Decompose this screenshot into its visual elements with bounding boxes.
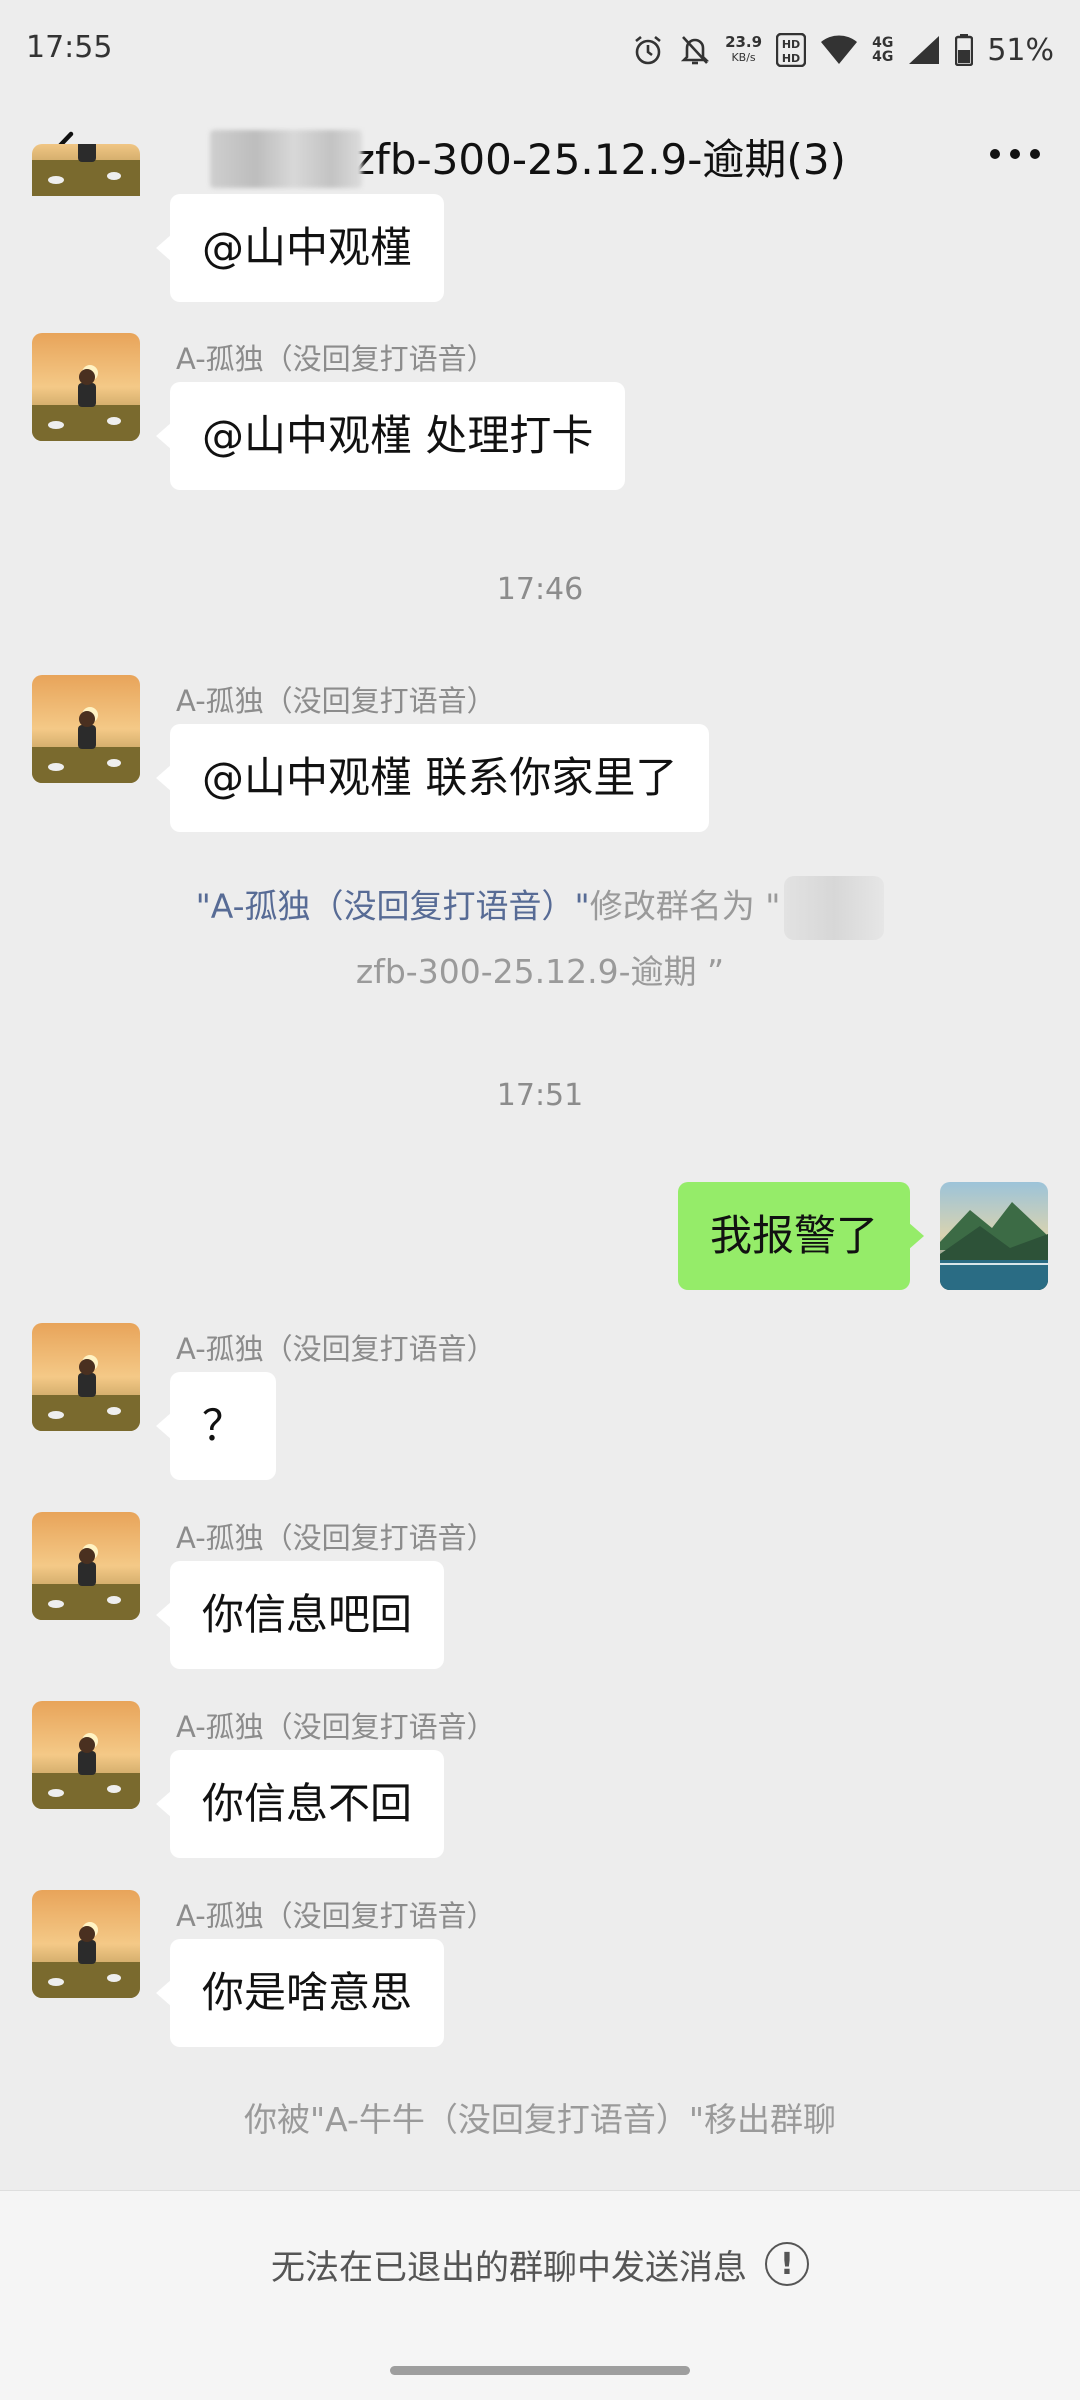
chat-title-text: zfb-300-25.12.9-逾期(3) <box>353 135 846 184</box>
battery-level: 51% <box>987 32 1054 68</box>
message-bubble[interactable]: ？ <box>155 1372 277 1480</box>
status-icons: 23.9 KB/s HD HD 4G 4G 51% <box>631 26 1054 74</box>
network-type: 4G 4G <box>872 36 893 64</box>
svg-text:HD: HD <box>782 52 800 65</box>
battery-icon <box>955 34 974 66</box>
message-bubble[interactable]: 你是啥意思 <box>155 1939 445 2047</box>
timestamp: 17:51 <box>496 1078 584 1113</box>
network-type-top: 4G <box>872 35 894 51</box>
name-redaction <box>784 876 885 940</box>
avatar-image <box>32 144 140 196</box>
status-time: 17:55 <box>26 30 113 65</box>
hd-icon: HD HD <box>776 33 807 67</box>
bottom-notice-bar: 无法在已退出的群聊中发送消息 ! <box>0 2190 1080 2337</box>
message-text: 你信息不回 <box>202 1779 413 1828</box>
bottom-notice-text: 无法在已退出的群聊中发送消息 <box>271 2247 747 2288</box>
info-icon[interactable]: ! <box>765 2242 809 2286</box>
message-bubble[interactable]: @山中观槿 联系你家里了 <box>155 724 710 832</box>
chat-screen: 17:55 23.9 KB/s HD HD 4G 4G 51% zfb-300-… <box>0 0 1080 2400</box>
wifi-icon <box>820 34 858 66</box>
avatar-image <box>32 675 140 783</box>
avatar[interactable] <box>32 1701 140 1809</box>
avatar[interactable] <box>32 1890 140 1998</box>
message-bubble[interactable]: @山中观槿 处理打卡 <box>155 382 626 490</box>
network-speed-unit: KB/s <box>731 51 756 64</box>
mute-bell-icon <box>679 33 711 67</box>
avatar-image <box>32 1701 140 1809</box>
avatar-image <box>32 1890 140 1998</box>
home-indicator[interactable] <box>390 2366 690 2375</box>
title-redaction <box>210 130 362 188</box>
sender-name: A-孤独（没回复打语音） <box>176 342 496 376</box>
system-message: "A-孤独（没回复打语音）"修改群名为 " zfb-300-25.12.9-逾期… <box>0 876 1080 998</box>
avatar[interactable] <box>32 675 140 783</box>
system-message: 你被"A-牛牛（没回复打语音）"移出群聊 <box>243 2100 837 2139</box>
self-avatar-image <box>940 1182 1048 1290</box>
system-new-name: zfb-300-25.12.9-逾期 ” <box>355 952 725 991</box>
sender-name: A-孤独（没回复打语音） <box>176 1332 496 1366</box>
signal-icon <box>907 34 941 66</box>
message-text: @山中观槿 联系你家里了 <box>202 753 678 802</box>
message-text: 你信息吧回 <box>202 1590 413 1639</box>
sender-name: A-孤独（没回复打语音） <box>176 1521 496 1555</box>
message-text: 你是啥意思 <box>202 1968 413 2017</box>
message-bubble-self[interactable]: 我报警了 <box>677 1182 925 1290</box>
message-bubble[interactable]: 你信息不回 <box>155 1750 445 1858</box>
more-button[interactable] <box>980 124 1050 184</box>
sender-name: A-孤独（没回复打语音） <box>176 1899 496 1933</box>
more-icon <box>990 149 1040 159</box>
sender-name: A-孤独（没回复打语音） <box>176 1710 496 1744</box>
avatar[interactable] <box>32 333 140 441</box>
nav-bar: zfb-300-25.12.9-逾期(3) <box>0 100 1080 212</box>
message-text: @山中观槿 <box>202 223 413 272</box>
system-action: 修改群名为 " <box>589 886 781 926</box>
alarm-icon <box>631 33 665 67</box>
message-text: @山中观槿 处理打卡 <box>202 411 594 460</box>
avatar[interactable] <box>32 1512 140 1620</box>
self-avatar[interactable] <box>940 1182 1048 1290</box>
message-text: 我报警了 <box>709 1211 878 1260</box>
avatar[interactable] <box>32 1323 140 1431</box>
svg-text:HD: HD <box>782 38 800 51</box>
network-speed: 23.9 KB/s <box>725 35 762 65</box>
timestamp: 17:46 <box>496 572 584 607</box>
avatar-image <box>32 1323 140 1431</box>
avatar-image <box>32 333 140 441</box>
sender-name: A-孤独（没回复打语音） <box>176 684 496 718</box>
avatar[interactable] <box>32 144 140 252</box>
status-bar: 17:55 23.9 KB/s HD HD 4G 4G 51% <box>0 0 1080 100</box>
avatar-image <box>32 1512 140 1620</box>
network-type-bottom: 4G <box>872 49 894 65</box>
network-speed-value: 23.9 <box>725 33 763 51</box>
message-bubble[interactable]: 你信息吧回 <box>155 1561 445 1669</box>
message-bubble[interactable]: @山中观槿 <box>155 194 445 302</box>
system-actor-link[interactable]: "A-孤独（没回复打语音）" <box>196 887 590 926</box>
home-area <box>0 2336 1080 2400</box>
message-text: ？ <box>202 1401 245 1450</box>
